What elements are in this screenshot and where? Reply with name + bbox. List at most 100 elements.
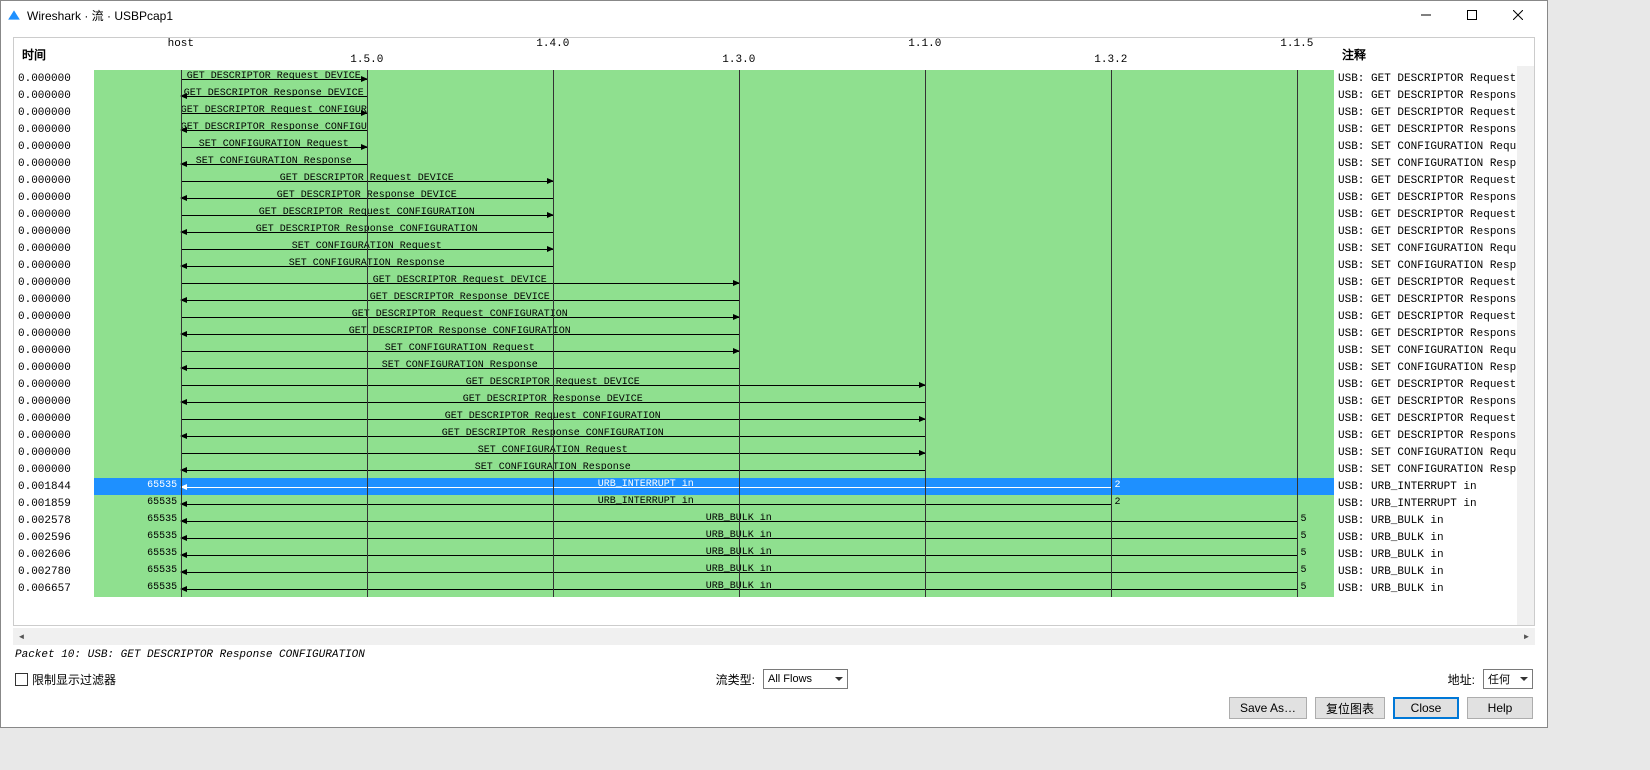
- controls-row: 限制显示过滤器 流类型: All Flows 地址: 任何: [13, 665, 1535, 693]
- comment-cell: USB: SET CONFIGURATION Response: [1334, 461, 1534, 478]
- flow-graph[interactable]: 时间 0.0000000.0000000.0000000.0000000.000…: [13, 37, 1535, 626]
- flow-row[interactable]: GET DESCRIPTOR Response DEVICE: [94, 291, 1334, 308]
- comment-header: 注释: [1334, 38, 1534, 70]
- time-cell: 0.002780: [14, 563, 94, 580]
- comment-cell: USB: URB_INTERRUPT in: [1334, 478, 1534, 495]
- flow-right-value: 2: [1115, 497, 1121, 508]
- time-cell: 0.002578: [14, 512, 94, 529]
- flow-row[interactable]: SET CONFIGURATION Response: [94, 257, 1334, 274]
- window-title: Wireshark · 流 · USBPcap1: [27, 7, 1403, 24]
- flow-label: URB_INTERRUPT in: [181, 496, 1111, 507]
- flow-row[interactable]: GET DESCRIPTOR Request DEVICE: [94, 274, 1334, 291]
- flow-right-value: 5: [1301, 582, 1307, 593]
- comment-cell: USB: SET CONFIGURATION Response: [1334, 359, 1534, 376]
- address-label: 地址:: [1448, 671, 1475, 688]
- reset-button[interactable]: 复位图表: [1315, 697, 1385, 719]
- lifeline: [1111, 70, 1112, 597]
- flow-left-value: 65535: [147, 531, 177, 542]
- close-window-button[interactable]: [1495, 1, 1541, 29]
- flow-row[interactable]: URB_BULK in655355: [94, 529, 1334, 546]
- flow-row[interactable]: SET CONFIGURATION Response: [94, 359, 1334, 376]
- flow-row[interactable]: GET DESCRIPTOR Response DEVICE: [94, 393, 1334, 410]
- flow-row[interactable]: URB_BULK in655355: [94, 512, 1334, 529]
- flow-label: GET DESCRIPTOR Request DEVICE: [181, 275, 739, 286]
- flow-row[interactable]: GET DESCRIPTOR Request DEVICE: [94, 172, 1334, 189]
- flow-row[interactable]: GET DESCRIPTOR Request CONFIGURATION: [94, 104, 1334, 121]
- flow-row[interactable]: GET DESCRIPTOR Response DEVICE: [94, 87, 1334, 104]
- flow-row[interactable]: GET DESCRIPTOR Request DEVICE: [94, 70, 1334, 87]
- flow-row[interactable]: GET DESCRIPTOR Request CONFIGURATION: [94, 206, 1334, 223]
- time-cell: 0.000000: [14, 274, 94, 291]
- flow-row[interactable]: GET DESCRIPTOR Response CONFIGURATION: [94, 223, 1334, 240]
- time-cell: 0.000000: [14, 189, 94, 206]
- vertical-scrollbar[interactable]: [1517, 66, 1534, 625]
- flow-row[interactable]: GET DESCRIPTOR Request CONFIGURATION: [94, 410, 1334, 427]
- axis-header: host1.4.01.1.01.1.5 1.5.01.3.01.3.2: [94, 38, 1334, 70]
- help-button[interactable]: Help: [1467, 697, 1533, 719]
- save-as-button[interactable]: Save As…: [1229, 697, 1307, 719]
- flow-row[interactable]: SET CONFIGURATION Response: [94, 155, 1334, 172]
- flow-row[interactable]: URB_INTERRUPT in655352: [94, 478, 1334, 495]
- scroll-left-button[interactable]: ◄: [13, 628, 30, 645]
- flow-row[interactable]: SET CONFIGURATION Request: [94, 240, 1334, 257]
- comment-cell: USB: URB_INTERRUPT in: [1334, 495, 1534, 512]
- axis-label: 1.3.0: [722, 54, 755, 66]
- time-cell: 0.006657: [14, 580, 94, 597]
- flow-row[interactable]: SET CONFIGURATION Request: [94, 444, 1334, 461]
- time-cell: 0.000000: [14, 359, 94, 376]
- time-cell: 0.000000: [14, 308, 94, 325]
- flow-label: GET DESCRIPTOR Request CONFIGURATION: [181, 309, 739, 320]
- minimize-button[interactable]: [1403, 1, 1449, 29]
- close-icon: [1513, 10, 1523, 20]
- flow-right-value: 5: [1301, 514, 1307, 525]
- scroll-right-button[interactable]: ►: [1518, 628, 1535, 645]
- flow-type-select[interactable]: All Flows: [763, 669, 848, 689]
- flow-left-value: 65535: [147, 514, 177, 525]
- time-cell: 0.000000: [14, 104, 94, 121]
- comment-cell: USB: GET DESCRIPTOR Response DEVICE: [1334, 291, 1534, 308]
- dialog-content: 时间 0.0000000.0000000.0000000.0000000.000…: [1, 29, 1547, 727]
- time-cell: 0.000000: [14, 342, 94, 359]
- time-cell: 0.000000: [14, 206, 94, 223]
- flow-row[interactable]: URB_BULK in655355: [94, 546, 1334, 563]
- maximize-button[interactable]: [1449, 1, 1495, 29]
- flow-type-label: 流类型:: [716, 671, 755, 688]
- flow-row[interactable]: GET DESCRIPTOR Request CONFIGURATION: [94, 308, 1334, 325]
- flow-row[interactable]: GET DESCRIPTOR Response DEVICE: [94, 189, 1334, 206]
- flow-label: SET CONFIGURATION Request: [181, 343, 739, 354]
- flow-row[interactable]: SET CONFIGURATION Response: [94, 461, 1334, 478]
- flow-row[interactable]: SET CONFIGURATION Request: [94, 342, 1334, 359]
- time-cell: 0.000000: [14, 70, 94, 87]
- horizontal-scrollbar[interactable]: ◄ ►: [13, 628, 1535, 645]
- time-cell: 0.002596: [14, 529, 94, 546]
- flow-row[interactable]: URB_BULK in655355: [94, 580, 1334, 597]
- comment-cell: USB: URB_BULK in: [1334, 529, 1534, 546]
- flow-dialog: Wireshark · 流 · USBPcap1 时间 0.0000000.00…: [0, 0, 1548, 728]
- flow-row[interactable]: URB_BULK in655355: [94, 563, 1334, 580]
- lifeline: [925, 70, 926, 597]
- comment-cell: USB: SET CONFIGURATION Request: [1334, 342, 1534, 359]
- titlebar[interactable]: Wireshark · 流 · USBPcap1: [1, 1, 1547, 29]
- flow-label: GET DESCRIPTOR Response CONFIGURATION: [181, 326, 739, 337]
- flow-row[interactable]: GET DESCRIPTOR Request DEVICE: [94, 376, 1334, 393]
- time-cell: 0.001859: [14, 495, 94, 512]
- status-line: Packet 10: USB: GET DESCRIPTOR Response …: [13, 645, 1535, 665]
- wireshark-icon: [7, 8, 21, 22]
- comment-cell: USB: SET CONFIGURATION Request: [1334, 240, 1534, 257]
- comment-cell: USB: URB_BULK in: [1334, 563, 1534, 580]
- flow-row[interactable]: GET DESCRIPTOR Response CONFIGURATION: [94, 427, 1334, 444]
- comment-cell: USB: GET DESCRIPTOR Request DEVICE: [1334, 70, 1534, 87]
- flow-row[interactable]: GET DESCRIPTOR Response CONFIGURATION: [94, 325, 1334, 342]
- comment-cell: USB: GET DESCRIPTOR Request DEVICE: [1334, 172, 1534, 189]
- close-button[interactable]: Close: [1393, 697, 1459, 719]
- flow-left-value: 65535: [147, 565, 177, 576]
- flow-row[interactable]: SET CONFIGURATION Request: [94, 138, 1334, 155]
- limit-filter-checkbox[interactable]: 限制显示过滤器: [15, 671, 116, 688]
- flow-row[interactable]: URB_INTERRUPT in655352: [94, 495, 1334, 512]
- time-cell: 0.000000: [14, 376, 94, 393]
- flow-row[interactable]: GET DESCRIPTOR Response CONFIGURATION: [94, 121, 1334, 138]
- address-select[interactable]: 任何: [1483, 669, 1533, 689]
- flow-label: GET DESCRIPTOR Response DEVICE: [181, 292, 739, 303]
- button-row: Save As… 复位图表 Close Help: [13, 693, 1535, 723]
- flow-label: GET DESCRIPTOR Response CONFIGURATION: [181, 122, 367, 133]
